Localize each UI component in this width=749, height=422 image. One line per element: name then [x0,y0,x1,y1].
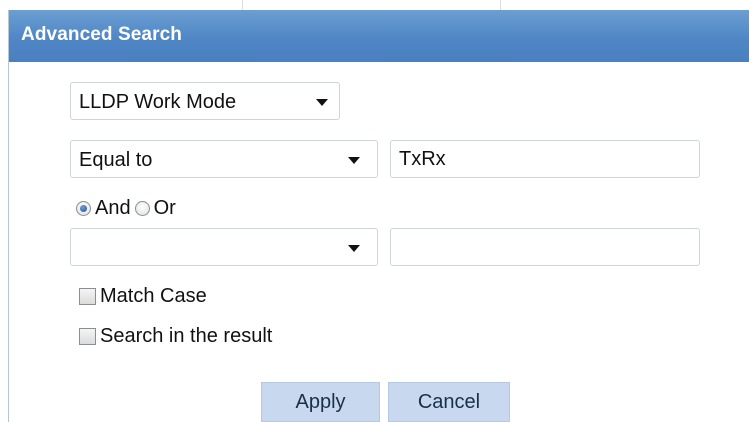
and-radio-label[interactable]: And [95,197,131,220]
chevron-down-icon [348,245,360,252]
match-case-checkbox[interactable] [79,287,96,305]
condition2-operator-select[interactable] [70,228,378,266]
search-in-result-option: Search in the result [79,322,272,350]
condition1-value-input[interactable] [390,140,700,178]
top-strip [0,0,749,10]
screen: Advanced Search LLDP Work Mode Equal to … [0,0,749,422]
condition2-value-input[interactable] [390,228,700,266]
cancel-button[interactable]: Cancel [388,382,510,422]
apply-button[interactable]: Apply [261,382,380,422]
divider [500,0,501,10]
dialog-titlebar: Advanced Search [9,10,749,62]
divider [242,0,243,10]
and-radio[interactable] [76,200,91,216]
advanced-search-dialog: Advanced Search LLDP Work Mode Equal to … [8,10,749,422]
dialog-title: Advanced Search [21,24,182,45]
search-in-result-label[interactable]: Search in the result [100,325,272,348]
match-case-option: Match Case [79,282,207,310]
match-case-label[interactable]: Match Case [100,285,207,308]
or-radio[interactable] [134,200,150,216]
or-radio-label[interactable]: Or [154,197,176,220]
logic-radio-group: And Or [76,193,180,223]
chevron-down-icon [348,157,360,164]
condition1-operator-select[interactable]: Equal to [70,140,378,178]
condition1-operator-value: Equal to [79,149,153,171]
search-in-result-checkbox[interactable] [79,327,96,345]
field-select-value: LLDP Work Mode [79,91,237,113]
chevron-down-icon [316,99,328,106]
field-select[interactable]: LLDP Work Mode [70,82,340,120]
